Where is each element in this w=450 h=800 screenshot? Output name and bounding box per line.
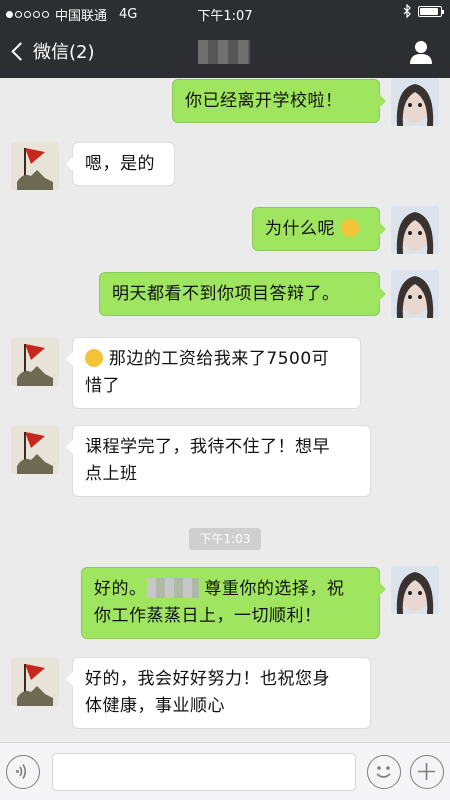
message-text: 好的。 <box>94 579 147 599</box>
message-text: 点上班 <box>85 464 138 484</box>
grin-face-emoji-icon <box>85 349 103 367</box>
person-icon[interactable] <box>408 39 434 65</box>
chevron-left-icon <box>11 41 30 61</box>
message-bubble-sent[interactable]: 为什么呢 <box>252 207 386 251</box>
avatar-contact[interactable] <box>11 338 59 386</box>
status-time: 下午1:07 <box>197 9 253 24</box>
message-text: 你已经离开学校啦！ <box>185 91 343 111</box>
message-timestamp: 下午1:03 <box>189 528 261 550</box>
message-text: 惜了 <box>85 376 120 396</box>
status-bar: 中国联通 4G 下午1:07 <box>0 0 450 26</box>
avatar-self[interactable] <box>391 566 439 614</box>
message-bubble-sent[interactable]: 好的。 尊重你的选择，祝 你工作蒸蒸日上，一切顺利！ <box>81 567 386 639</box>
smiley-icon <box>376 766 391 778</box>
message-bubble-received[interactable]: 那边的工资给我来了7500可 惜了 <box>66 337 361 409</box>
message-text: 体健康，事业顺心 <box>85 696 225 716</box>
emoji-button[interactable] <box>367 755 401 789</box>
chat-title-blurred <box>198 40 250 64</box>
sad-face-emoji-icon <box>340 219 359 237</box>
message-text: 明天都看不到你项目答辩了。 <box>112 284 340 304</box>
avatar-contact[interactable] <box>11 426 59 474</box>
message-text: 尊重你的选择，祝 <box>198 579 345 599</box>
voice-icon <box>16 764 27 779</box>
input-bar <box>0 742 450 800</box>
message-bubble-sent[interactable]: 明天都看不到你项目答辩了。 <box>99 272 386 316</box>
avatar-self[interactable] <box>391 78 439 126</box>
message-list[interactable]: 你已经离开学校啦！ 嗯，是的 为什么呢 明天都看不到你项目答辩了。 那边的工资给… <box>0 78 450 742</box>
message-text: 那边的工资给我来了7500可 <box>108 349 330 369</box>
message-text: 好的，我会好好努力！也祝您身 <box>85 669 330 689</box>
message-text: 课程学完了，我待不住了！想早 <box>85 437 330 457</box>
avatar-contact[interactable] <box>11 142 59 190</box>
message-text: 你工作蒸蒸日上，一切顺利！ <box>94 606 322 626</box>
avatar-self[interactable] <box>391 270 439 318</box>
back-button[interactable]: 微信(2) <box>10 38 95 64</box>
message-bubble-sent[interactable]: 你已经离开学校啦！ <box>172 79 386 123</box>
message-bubble-received[interactable]: 嗯，是的 <box>66 142 175 186</box>
message-input[interactable] <box>52 753 356 791</box>
avatar-self[interactable] <box>391 206 439 254</box>
avatar-contact[interactable] <box>11 658 59 706</box>
message-bubble-received[interactable]: 课程学完了，我待不住了！想早 点上班 <box>66 425 371 497</box>
battery-icon <box>418 5 444 17</box>
bluetooth-icon <box>403 4 411 18</box>
message-text: 为什么呢 <box>265 219 335 239</box>
back-label: 微信(2) <box>33 42 95 63</box>
chat-header: 微信(2) <box>0 26 450 78</box>
voice-button[interactable] <box>6 755 40 789</box>
message-text: 嗯，是的 <box>85 154 155 174</box>
redacted-name <box>146 578 199 598</box>
message-bubble-received[interactable]: 好的，我会好好努力！也祝您身 体健康，事业顺心 <box>66 657 371 729</box>
plus-icon <box>418 763 435 780</box>
more-button[interactable] <box>410 755 444 789</box>
